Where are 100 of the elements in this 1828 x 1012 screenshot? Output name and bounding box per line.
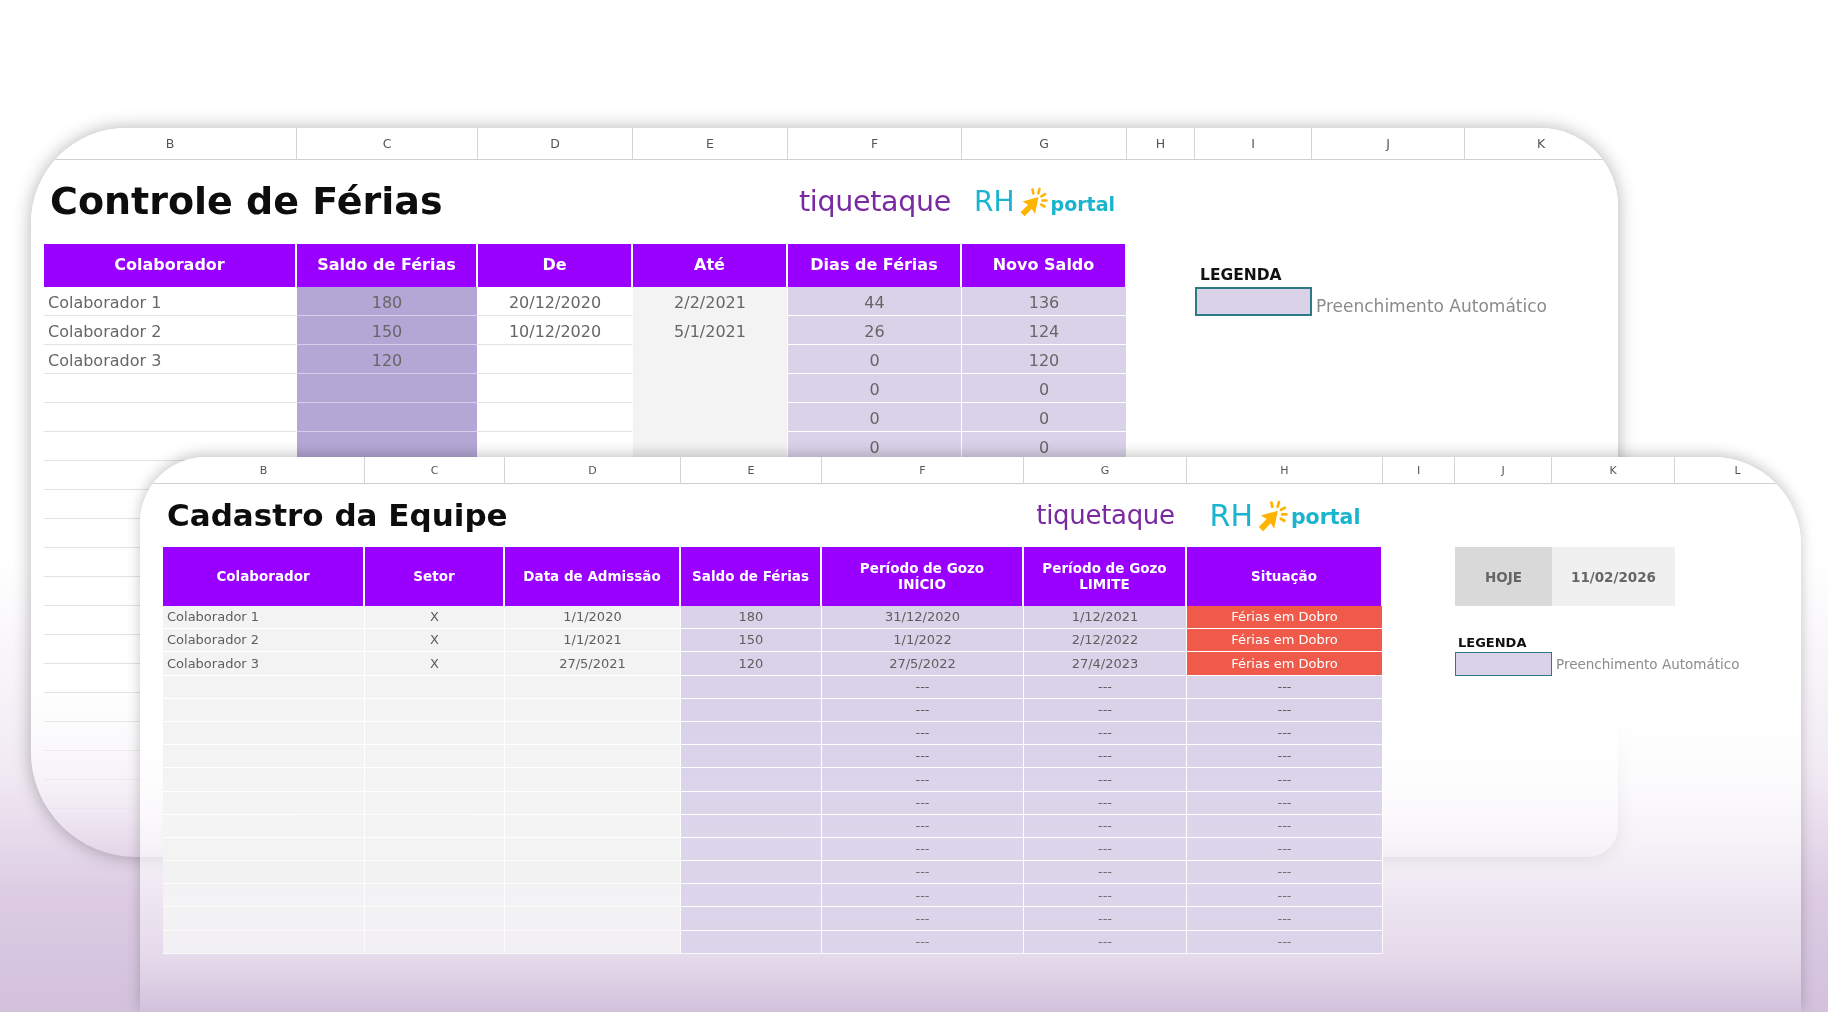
table-cell: 1/12/2021 bbox=[1024, 606, 1187, 630]
brand-wordmark: portal bbox=[1290, 506, 1361, 529]
column-header[interactable]: K bbox=[1552, 457, 1675, 483]
legend-title: LEGENDA bbox=[1458, 636, 1527, 652]
table-cell: Colaborador 2 bbox=[163, 629, 365, 653]
status-cell: Férias em Dobro bbox=[1187, 652, 1383, 676]
brand-wordmark: RH bbox=[1209, 499, 1253, 532]
status-cell: --- bbox=[1187, 884, 1383, 908]
table-cell: 1/1/2020 bbox=[505, 606, 681, 630]
table-cell: --- bbox=[1024, 884, 1187, 908]
column-heading: Situação bbox=[1187, 547, 1383, 606]
table-cell: --- bbox=[822, 768, 1024, 792]
table-cell: 5/1/2021 bbox=[633, 316, 788, 345]
status-cell: --- bbox=[1187, 930, 1383, 954]
status-cell: --- bbox=[1187, 907, 1383, 931]
table-cell: --- bbox=[822, 907, 1024, 931]
table-cell: 120 bbox=[962, 345, 1127, 374]
column-heading: De bbox=[478, 244, 633, 287]
column-heading: Saldo de Férias bbox=[297, 244, 478, 287]
table-cell: --- bbox=[822, 745, 1024, 769]
column-header[interactable]: J bbox=[1455, 457, 1552, 483]
table-cell: X bbox=[365, 652, 505, 676]
table-cell: 31/12/2020 bbox=[822, 606, 1024, 630]
column-header[interactable]: G bbox=[962, 128, 1127, 159]
column-header[interactable]: H bbox=[1187, 457, 1383, 483]
table-cell: Colaborador 3 bbox=[44, 345, 297, 374]
column-header[interactable]: J bbox=[1312, 128, 1465, 159]
column-header[interactable]: L bbox=[1675, 457, 1801, 483]
column-header[interactable]: E bbox=[681, 457, 822, 483]
table-cell: 26 bbox=[788, 316, 962, 345]
table-cell: --- bbox=[822, 837, 1024, 862]
status-cell: --- bbox=[1187, 768, 1383, 792]
table-cell: X bbox=[365, 606, 505, 630]
status-cell: --- bbox=[1187, 721, 1383, 746]
column-header[interactable]: F bbox=[822, 457, 1024, 483]
column-header[interactable]: F bbox=[788, 128, 962, 159]
column-heading: Período de Gozo INÍCIO bbox=[822, 547, 1024, 606]
table-cell: 2/2/2021 bbox=[633, 287, 788, 316]
table-cell: --- bbox=[1024, 930, 1187, 954]
table-cell: --- bbox=[822, 861, 1024, 885]
column-header[interactable]: K bbox=[1465, 128, 1618, 159]
table-cell: --- bbox=[822, 721, 1024, 746]
table-cell: 0 bbox=[962, 374, 1127, 403]
column-header[interactable]: H bbox=[1127, 128, 1195, 159]
table-cell: --- bbox=[822, 930, 1024, 954]
table-cell: --- bbox=[1024, 861, 1187, 885]
column-header[interactable]: B bbox=[163, 457, 365, 483]
table-cell: 120 bbox=[681, 652, 822, 676]
table-cell: 120 bbox=[297, 345, 478, 374]
brand-wordmark: portal bbox=[1050, 193, 1115, 215]
status-cell: --- bbox=[1187, 698, 1383, 722]
table-cell: --- bbox=[822, 791, 1024, 815]
table-cell: Colaborador 1 bbox=[44, 287, 297, 316]
column-header[interactable]: E bbox=[633, 128, 788, 159]
table-cell: --- bbox=[1024, 837, 1187, 862]
status-cell: Férias em Dobro bbox=[1187, 629, 1383, 653]
table-cell: --- bbox=[1024, 745, 1187, 769]
table-cell: 0 bbox=[962, 403, 1127, 432]
column-header[interactable]: C bbox=[297, 128, 478, 159]
legend-title: LEGENDA bbox=[1200, 267, 1282, 285]
table-cell: 124 bbox=[962, 316, 1127, 345]
table-cell: --- bbox=[1024, 907, 1187, 931]
column-header[interactable]: D bbox=[478, 128, 633, 159]
column-header[interactable]: B bbox=[44, 128, 297, 159]
table-cell: 27/5/2021 bbox=[505, 652, 681, 676]
table-cell: 0 bbox=[788, 403, 962, 432]
column-header[interactable]: I bbox=[1383, 457, 1455, 483]
table-cell: 0 bbox=[788, 374, 962, 403]
table-cell: 27/4/2023 bbox=[1024, 652, 1187, 676]
legend-swatch-icon bbox=[1455, 652, 1552, 676]
table-cell: 150 bbox=[297, 316, 478, 345]
table-cell: 1/1/2022 bbox=[822, 629, 1024, 653]
legend-label: Preenchimento Automático bbox=[1556, 655, 1740, 673]
brand-wordmark: RH bbox=[974, 186, 1015, 218]
column-heading: Novo Saldo bbox=[962, 244, 1127, 287]
brand-wordmark: tiquetaque bbox=[1036, 500, 1175, 531]
legend-swatch-icon bbox=[1195, 287, 1312, 316]
sheet-title: Cadastro da Equipe bbox=[167, 497, 508, 534]
column-heading: Saldo de Férias bbox=[681, 547, 822, 606]
column-heading: Dias de Férias bbox=[788, 244, 962, 287]
table-cell: 44 bbox=[788, 287, 962, 316]
table-cell: 180 bbox=[297, 287, 478, 316]
status-cell: --- bbox=[1187, 837, 1383, 862]
table-cell: X bbox=[365, 629, 505, 653]
table-cell: --- bbox=[822, 698, 1024, 722]
today-label: HOJE bbox=[1455, 547, 1552, 606]
status-cell: Férias em Dobro bbox=[1187, 606, 1383, 630]
column-header[interactable]: G bbox=[1024, 457, 1187, 483]
status-cell: --- bbox=[1187, 745, 1383, 769]
today-date: 11/02/2026 bbox=[1552, 547, 1675, 606]
status-cell: --- bbox=[1187, 791, 1383, 815]
column-heading: Colaborador bbox=[44, 244, 297, 287]
table-cell: --- bbox=[1024, 698, 1187, 722]
column-header[interactable]: I bbox=[1195, 128, 1312, 159]
table-cell: 2/12/2022 bbox=[1024, 629, 1187, 653]
table-cell: Colaborador 1 bbox=[163, 606, 365, 630]
table-cell: 180 bbox=[681, 606, 822, 630]
column-header[interactable]: D bbox=[505, 457, 681, 483]
table-cell: 1/1/2021 bbox=[505, 629, 681, 653]
column-header[interactable]: C bbox=[365, 457, 505, 483]
